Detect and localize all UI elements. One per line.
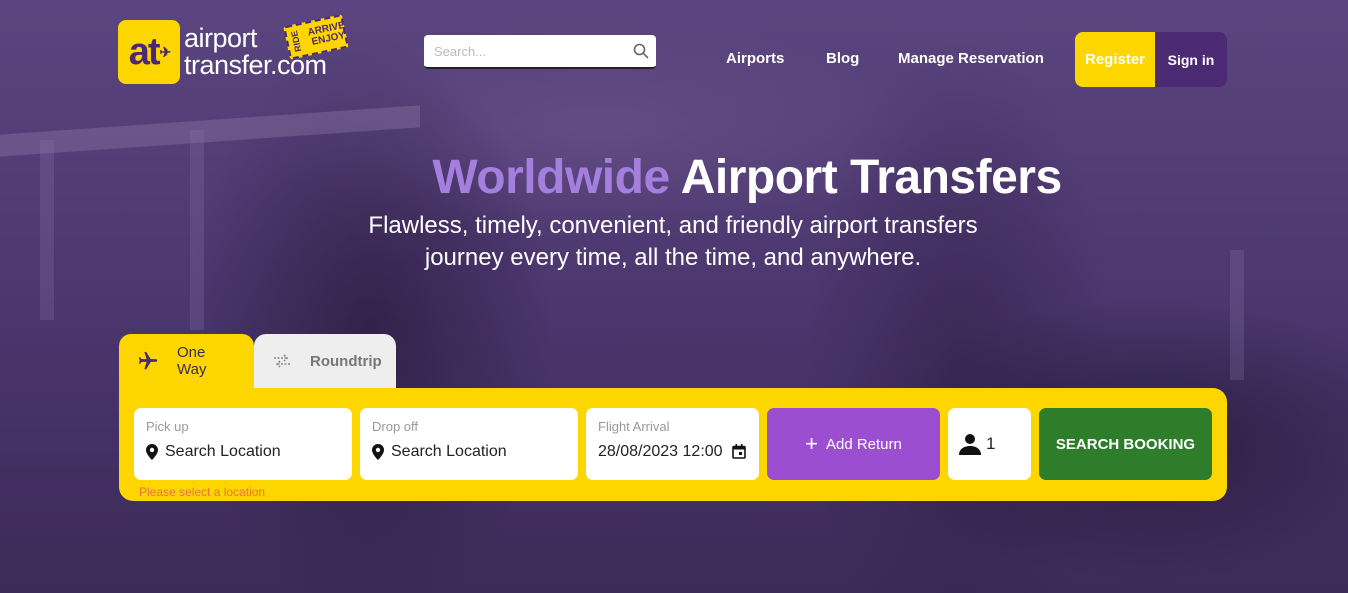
passenger-count-value: 1 (986, 434, 996, 453)
location-pin-icon (146, 444, 158, 460)
location-pin-icon (372, 444, 384, 460)
flight-arrival-label: Flight Arrival (598, 419, 670, 434)
passenger-count-field[interactable]: 1 (948, 408, 1031, 480)
hero-title-accent: Worldwide (432, 151, 670, 204)
hero-subtitle-line-1: Flawless, timely, convenient, and friend… (368, 212, 978, 239)
trip-type-tabs: One Way Roundtrip (119, 334, 396, 388)
add-return-label: Add Return (825, 435, 902, 453)
booking-form: Pick up Search Location Drop off Search … (119, 388, 1227, 501)
pickup-error-message: Please select a location (139, 485, 266, 499)
tab-roundtrip-label: Roundtrip (310, 352, 382, 370)
pickup-label: Pick up (146, 419, 189, 434)
add-return-button[interactable]: + Add Return (767, 408, 940, 480)
pickup-field[interactable]: Pick up Search Location (134, 408, 352, 480)
swap-arrows-icon (272, 353, 292, 369)
dropoff-value: Search Location (391, 443, 507, 460)
person-icon (958, 433, 982, 455)
search-input[interactable] (424, 35, 626, 67)
airplane-icon: ✈ (159, 43, 172, 60)
nav-blog[interactable]: Blog (826, 50, 859, 67)
hero-subtitle-line-2: journey every time, all the time, and an… (424, 244, 922, 271)
search-booking-button[interactable]: SEARCH BOOKING (1039, 408, 1212, 480)
tab-one-way[interactable]: One Way (119, 334, 254, 388)
search-icon[interactable] (626, 43, 656, 59)
site-search (424, 35, 656, 69)
nav-manage-reservation[interactable]: Manage Reservation (898, 50, 1044, 67)
flight-arrival-value: 28/08/2023 12:00 (598, 443, 723, 460)
badge-ride: RIDE (289, 29, 304, 53)
hero-subtitle: Flawless, timely, convenient, and friend… (0, 210, 1346, 274)
plus-icon: + (805, 431, 818, 456)
flight-arrival-field[interactable]: Flight Arrival 28/08/2023 12:00 (586, 408, 759, 480)
background-overpass (0, 105, 420, 157)
tab-one-way-label: One Way (177, 344, 207, 378)
signin-button[interactable]: Sign in (1155, 32, 1227, 87)
site-logo[interactable]: at ✈ airport transfer.com RIDE ARRIVE EN… (118, 14, 349, 84)
logo-mark-text: at (128, 30, 161, 73)
airplane-icon (137, 350, 159, 372)
nav-airports[interactable]: Airports (726, 50, 784, 67)
dropoff-field[interactable]: Drop off Search Location (360, 408, 578, 480)
calendar-icon[interactable] (732, 444, 746, 464)
logo-mark: at ✈ (118, 20, 180, 84)
tab-roundtrip[interactable]: Roundtrip (254, 334, 396, 388)
pickup-value: Search Location (165, 443, 281, 460)
register-button[interactable]: Register (1075, 32, 1155, 87)
hero-background (0, 0, 1348, 593)
hero-title-rest: Airport Transfers (680, 151, 1062, 204)
hero-title: Worldwide Airport Transfers (0, 150, 1348, 205)
dropoff-label: Drop off (372, 419, 419, 434)
